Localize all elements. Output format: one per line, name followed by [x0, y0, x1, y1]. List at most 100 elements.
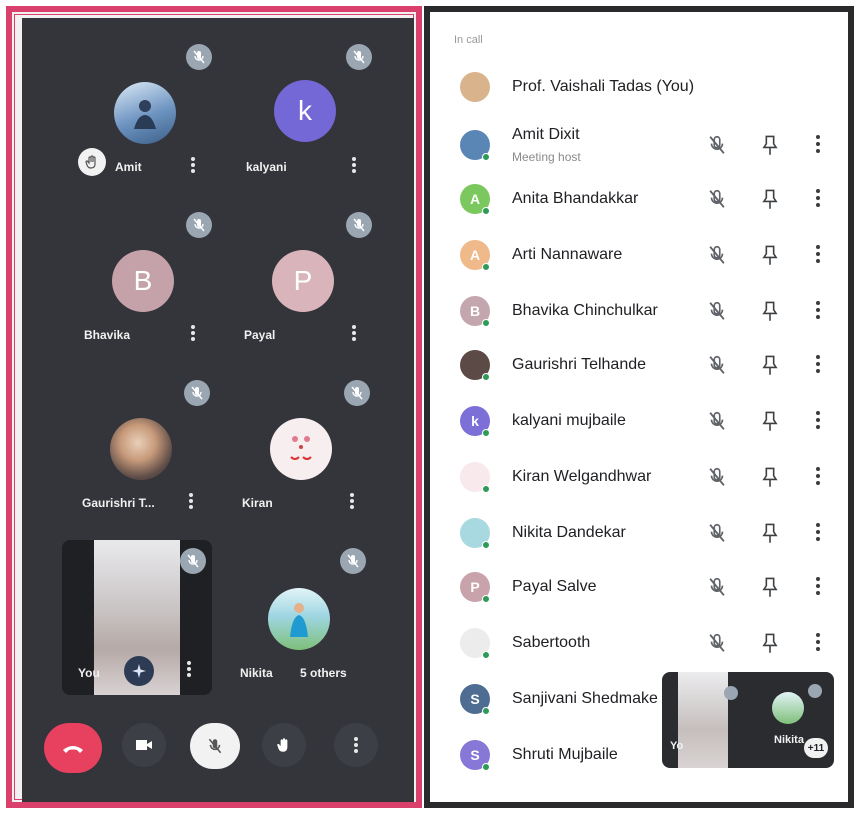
pin-icon[interactable]	[760, 300, 780, 322]
tile-name: Kiran	[242, 496, 273, 510]
participant-row[interactable]: Prof. Vaishali Tadas (You)	[450, 62, 842, 114]
mic-off-icon[interactable]	[706, 522, 728, 544]
participant-name: Anita Bhandakkar	[512, 190, 639, 207]
avatar-initial: k	[471, 413, 479, 429]
tile-name: Payal	[244, 328, 276, 342]
pin-icon[interactable]	[760, 134, 780, 156]
camera-button[interactable]	[122, 723, 166, 767]
others-count-badge: +11	[804, 738, 828, 758]
raise-hand-button[interactable]	[262, 723, 306, 767]
more-options-icon[interactable]	[351, 156, 357, 174]
participant-row[interactable]: Amit Dixit Meeting host	[450, 120, 842, 172]
self-video	[678, 672, 728, 768]
pin-icon[interactable]	[760, 188, 780, 210]
mic-off-icon	[340, 548, 366, 574]
tile-name: Bhavika	[84, 328, 131, 342]
pin-icon[interactable]	[760, 522, 780, 544]
more-options-button[interactable]	[334, 723, 378, 767]
more-options-icon[interactable]	[351, 324, 357, 342]
avatar-initial: B	[469, 303, 481, 319]
mic-off-icon	[180, 548, 206, 574]
participant-name: Prof. Vaishali Tadas (You)	[512, 78, 695, 95]
mic-off-icon[interactable]	[706, 466, 728, 488]
more-options-icon[interactable]	[349, 492, 355, 510]
pin-icon[interactable]	[760, 244, 780, 266]
participant-row[interactable]: A Anita Bhandakkar	[450, 174, 842, 226]
more-options-icon[interactable]	[186, 660, 192, 678]
microphone-button[interactable]	[190, 723, 240, 769]
participant-row[interactable]: Sabertooth	[450, 618, 842, 670]
pin-icon[interactable]	[760, 410, 780, 432]
mic-off-icon[interactable]	[706, 410, 728, 432]
end-call-button[interactable]	[44, 723, 102, 773]
more-options-icon[interactable]	[814, 244, 822, 266]
nikita-avatar	[772, 692, 804, 724]
more-options-icon[interactable]	[814, 410, 822, 432]
mic-off-icon[interactable]	[706, 576, 728, 598]
status-dot	[482, 595, 490, 603]
more-options-icon[interactable]	[814, 188, 822, 210]
avatar-initial: A	[469, 191, 481, 207]
mic-off-icon[interactable]	[706, 244, 728, 266]
more-options-icon[interactable]	[814, 134, 822, 156]
mic-off-icon[interactable]	[706, 188, 728, 210]
more-options-icon[interactable]	[190, 324, 196, 342]
mic-off-icon	[808, 684, 822, 698]
status-dot	[482, 429, 490, 437]
status-dot	[482, 651, 490, 659]
status-dot	[482, 319, 490, 327]
more-options-icon[interactable]	[190, 156, 196, 174]
pin-icon[interactable]	[760, 632, 780, 654]
hand-icon	[277, 738, 288, 752]
avatar-initial: A	[469, 247, 481, 263]
participant-row[interactable]: Nikita Dandekar	[450, 508, 842, 560]
mic-off-icon	[724, 686, 738, 700]
effects-button[interactable]	[124, 656, 154, 686]
others-label[interactable]: 5 others	[300, 666, 347, 680]
participant-row[interactable]: A Arti Nannaware	[450, 230, 842, 282]
mic-off-icon	[184, 380, 210, 406]
payal-avatar: P	[272, 250, 334, 312]
pin-icon[interactable]	[760, 576, 780, 598]
participant-name: Arti Nannaware	[512, 246, 623, 263]
more-options-icon[interactable]	[814, 522, 822, 544]
sparkle-icon	[132, 664, 146, 678]
participant-avatar	[460, 72, 490, 102]
mic-off-icon	[186, 212, 212, 238]
status-dot	[482, 763, 490, 771]
more-options-icon[interactable]	[814, 632, 822, 654]
avatar-initial: P	[470, 579, 480, 595]
participant-name: Kiran Welgandhwar	[512, 468, 652, 485]
mic-off-icon	[208, 738, 222, 754]
status-dot	[482, 263, 490, 271]
participant-row[interactable]: Gaurishri Telhande	[450, 340, 842, 392]
more-options-icon[interactable]	[188, 492, 194, 510]
pin-icon[interactable]	[760, 466, 780, 488]
phone-hangup-icon	[63, 746, 83, 753]
self-label: You	[78, 666, 100, 680]
more-options-icon[interactable]	[814, 354, 822, 376]
tile-name: Gaurishri T...	[82, 496, 155, 510]
tile-name: Amit	[115, 160, 142, 174]
participant-name: Sabertooth	[512, 634, 591, 651]
tile-name: Nikita	[240, 666, 273, 680]
mic-off-icon	[346, 44, 372, 70]
participant-row[interactable]: P Payal Salve	[450, 562, 842, 614]
pin-icon[interactable]	[760, 354, 780, 376]
meet-screenshot: Amit k kalyani B Bhavika P Payal Gaurish…	[0, 0, 858, 814]
mic-off-icon[interactable]	[706, 134, 728, 156]
mic-off-icon[interactable]	[706, 354, 728, 376]
participant-row[interactable]: k kalyani mujbaile	[450, 396, 842, 448]
more-options-icon[interactable]	[814, 466, 822, 488]
more-options-icon[interactable]	[814, 300, 822, 322]
more-vert-icon	[353, 736, 359, 754]
mini-call-preview[interactable]: Yo Nikita +11	[662, 672, 834, 768]
more-options-icon[interactable]	[814, 576, 822, 598]
mic-off-icon	[346, 212, 372, 238]
participant-row[interactable]: Kiran Welgandhwar	[450, 452, 842, 504]
participant-row[interactable]: B Bhavika Chinchulkar	[450, 286, 842, 338]
mic-off-icon	[344, 380, 370, 406]
mic-off-icon[interactable]	[706, 632, 728, 654]
bhavika-avatar: B	[112, 250, 174, 312]
mic-off-icon[interactable]	[706, 300, 728, 322]
